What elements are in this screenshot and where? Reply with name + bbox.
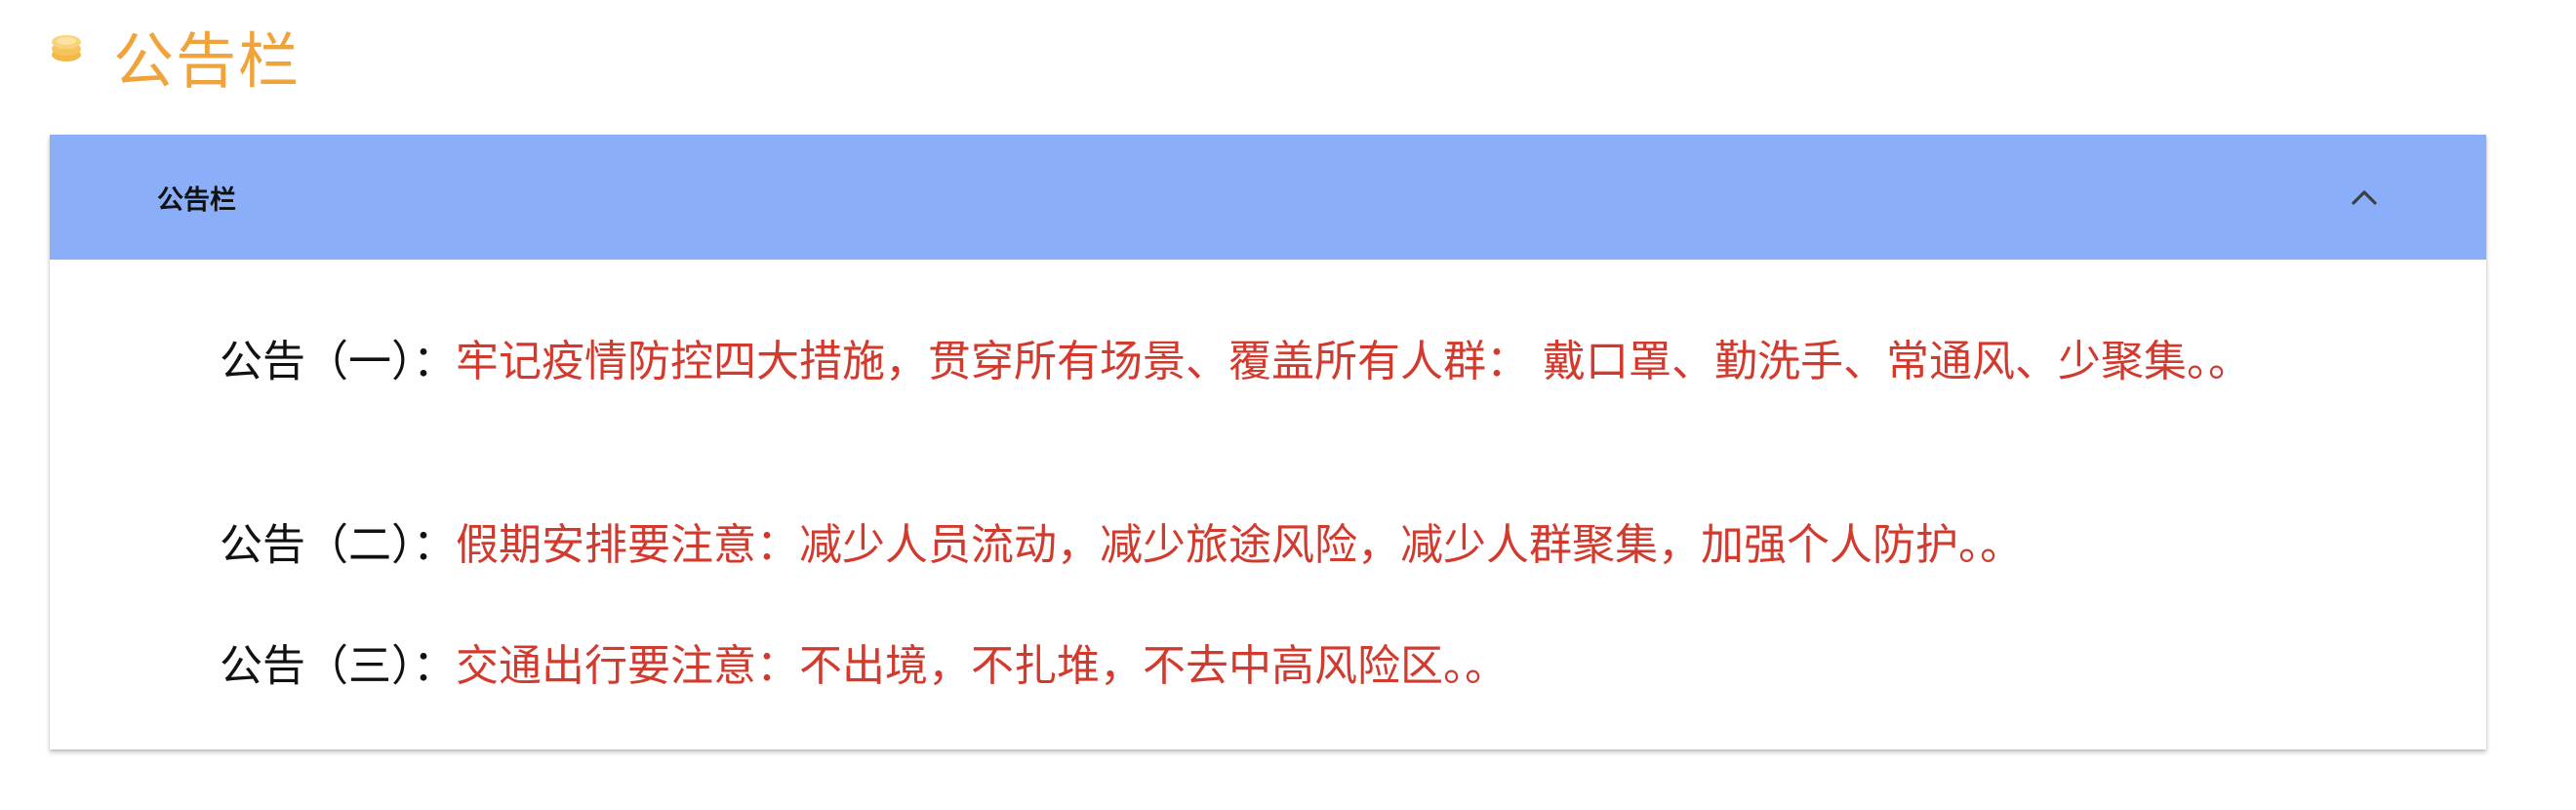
notice-item-1: 公告（一）：牢记疫情防控四大措施，贯穿所有场景、覆盖所有人群： 戴口罩、勤洗手、… — [112, 329, 2386, 395]
notice-label: 公告（三）： — [220, 641, 456, 691]
notice-label: 公告（一）： — [220, 337, 456, 386]
notice-content: 假期安排要注意：减少人员流动，减少旅途风险，减少人群聚集，加强个人防护。。 — [456, 520, 2023, 570]
notice-content: 牢记疫情防控四大措施，贯穿所有场景、覆盖所有人群： 戴口罩、勤洗手、常通风、少聚… — [456, 337, 2251, 386]
panel-title: 公告栏 — [157, 184, 236, 216]
coin-stack-icon — [52, 35, 81, 61]
chevron-up-icon[interactable] — [2350, 187, 2379, 207]
notice-content: 交通出行要注意：不出境，不扎堆，不去中高风险区。。 — [456, 641, 1508, 691]
page-header: 公告栏 — [49, 18, 301, 105]
notice-item-3: 公告（三）：交通出行要注意：不出境，不扎堆，不去中高风险区。。 — [112, 633, 2386, 700]
page-title: 公告栏 — [113, 25, 302, 97]
notice-item-2: 公告（二）：假期安排要注意：减少人员流动，减少旅途风险，减少人群聚集，加强个人防… — [112, 512, 2386, 579]
notice-panel: 公告栏 公告（一）：牢记疫情防控四大措施，贯穿所有场景、覆盖所有人群： 戴口罩、… — [50, 135, 2486, 749]
notice-label: 公告（二）： — [220, 520, 456, 570]
panel-header[interactable]: 公告栏 — [50, 135, 2486, 260]
